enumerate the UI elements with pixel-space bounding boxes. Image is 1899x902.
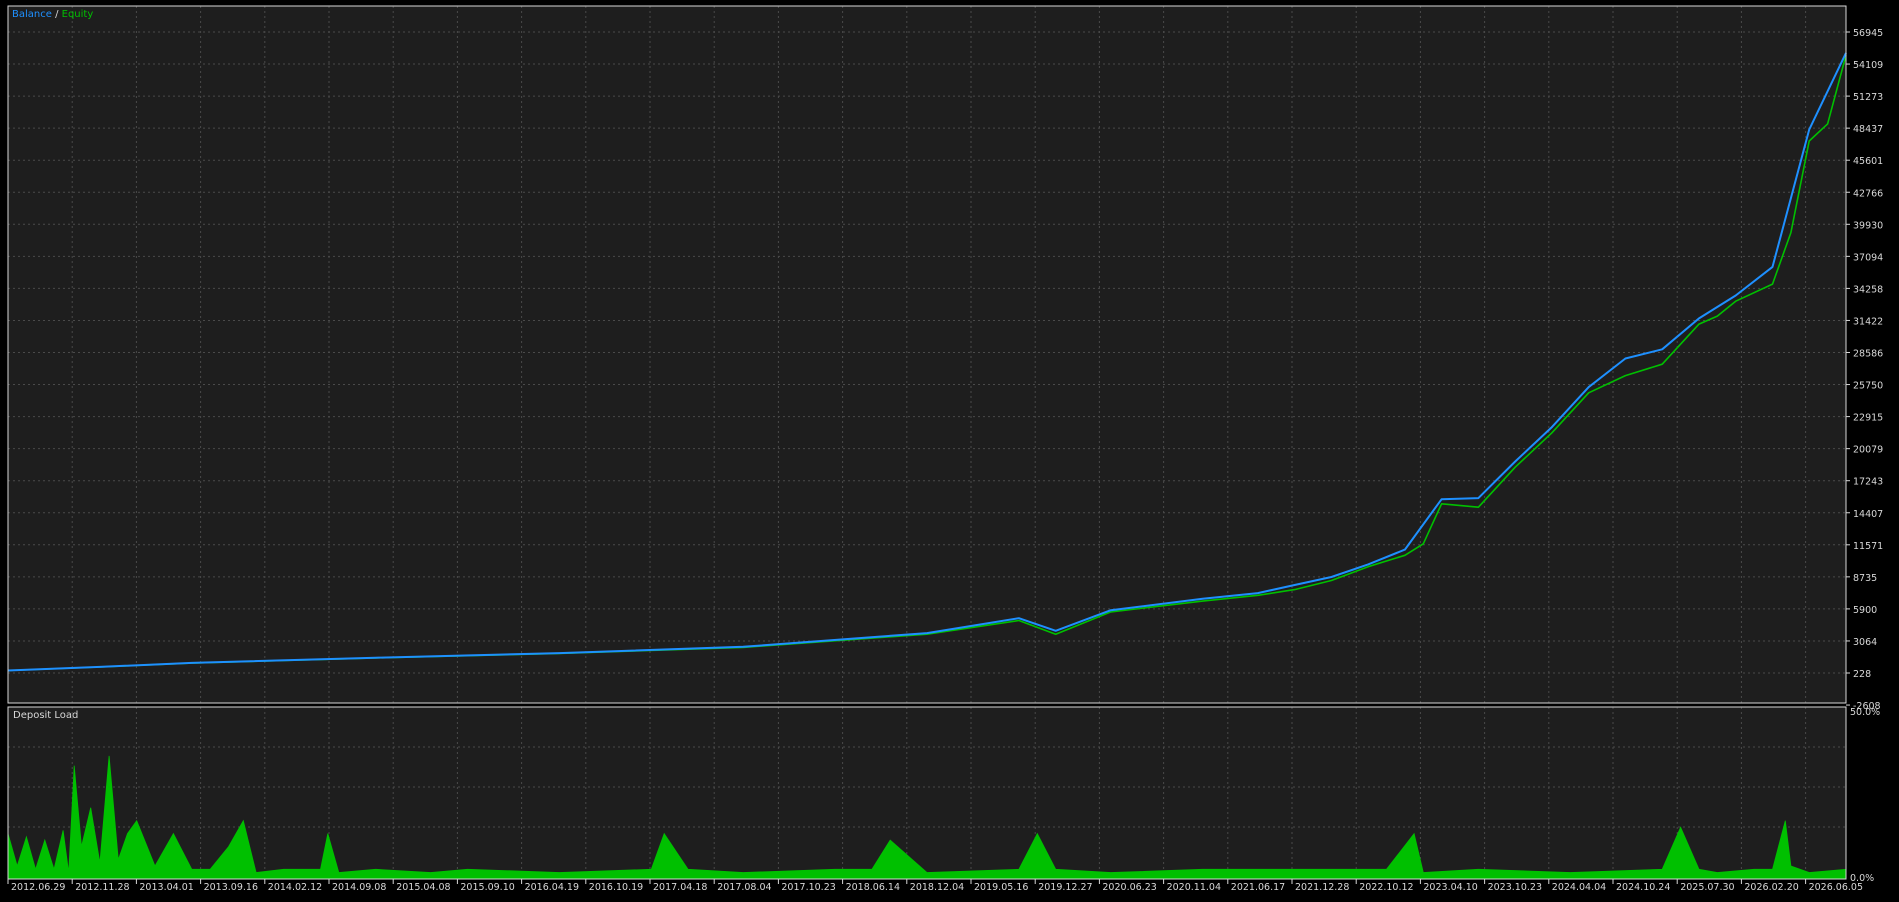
- y-tick-label: 25750: [1853, 381, 1883, 392]
- x-tick-label: 2016.10.19: [589, 882, 643, 893]
- x-tick-label: 2021.12.28: [1295, 882, 1349, 893]
- x-tick-label: 2016.04.19: [525, 882, 579, 893]
- x-axis: 2012.06.29 2012.11.28 2013.04.01 2013.09.16…: [7, 879, 1863, 893]
- x-tick-label: 2025.07.30: [1680, 882, 1734, 893]
- legend: Balance / Equity: [12, 9, 93, 20]
- x-tick-label: 2026.06.05: [1809, 882, 1863, 893]
- x-tick-label: 2015.04.08: [396, 882, 450, 893]
- y-tick-label: 34258: [1853, 284, 1883, 295]
- x-tick-label: 2024.10.24: [1616, 882, 1670, 893]
- y-tick-label: 54109: [1853, 60, 1883, 71]
- y-tick-label: 31422: [1853, 316, 1883, 327]
- y-tick-label: 11571: [1853, 541, 1883, 552]
- y-tick-label: 14407: [1853, 509, 1883, 520]
- x-tick-label: 2018.12.04: [910, 882, 964, 893]
- deposit-load-panel-background: [8, 707, 1846, 879]
- y-tick-label: 228: [1853, 669, 1871, 680]
- y-tick-label: 8735: [1853, 573, 1877, 584]
- x-tick-label: 2022.10.12: [1359, 882, 1413, 893]
- x-tick-label: 2014.09.08: [332, 882, 386, 893]
- x-tick-label: 2012.06.29: [11, 882, 65, 893]
- y-tick-label: 45601: [1853, 156, 1883, 167]
- y-tick-label: 56945: [1853, 28, 1883, 39]
- x-tick-label: 2023.10.23: [1488, 882, 1542, 893]
- x-tick-label: 2013.09.16: [204, 882, 258, 893]
- x-tick-label: 2020.11.04: [1167, 882, 1221, 893]
- y-tick-label: 51273: [1853, 92, 1883, 103]
- y-tick-label: 17243: [1853, 477, 1883, 488]
- chart-container: 56945 54109 51273 48437 45601 42766 39930 37094…: [0, 0, 1899, 898]
- legend-equity-label: Equity: [62, 9, 94, 20]
- x-tick-label: 2018.06.14: [846, 882, 900, 893]
- y-tick-label: 5900: [1853, 605, 1877, 616]
- y-tick-label: 28586: [1853, 349, 1883, 360]
- y-tick-label: 37094: [1853, 252, 1883, 263]
- x-tick-label: 2013.04.01: [139, 882, 193, 893]
- x-tick-label: 2017.10.23: [781, 882, 835, 893]
- legend-balance-label: Balance: [12, 9, 52, 20]
- y-tick-label: 39930: [1853, 220, 1883, 231]
- x-tick-label: 2026.02.20: [1744, 882, 1798, 893]
- x-tick-label: 2012.11.28: [75, 882, 129, 893]
- x-tick-label: 2020.06.23: [1102, 882, 1156, 893]
- x-tick-label: 2015.09.10: [460, 882, 514, 893]
- x-tick-label: 2019.05.16: [974, 882, 1028, 893]
- main-panel-background: [8, 6, 1846, 703]
- chart-svg: 56945 54109 51273 48437 45601 42766 39930 37094…: [0, 0, 1899, 898]
- y-tick-label: 42766: [1853, 188, 1883, 199]
- x-tick-label: 2024.04.04: [1552, 882, 1606, 893]
- x-tick-label: 2014.02.12: [268, 882, 322, 893]
- y-tick-label: 48437: [1853, 124, 1883, 135]
- x-tick-label: 2017.08.04: [717, 882, 771, 893]
- legend-separator: /: [52, 9, 62, 20]
- deposit-load-title: Deposit Load: [13, 710, 78, 721]
- deposit-y-tick-label: 50.0%: [1850, 707, 1880, 718]
- x-tick-label: 2017.04.18: [653, 882, 707, 893]
- x-tick-label: 2021.06.17: [1231, 882, 1285, 893]
- x-tick-label: 2019.12.27: [1038, 882, 1092, 893]
- x-tick-label: 2023.04.10: [1423, 882, 1477, 893]
- y-tick-label: 3064: [1853, 637, 1877, 648]
- y-tick-label: 20079: [1853, 445, 1883, 456]
- y-tick-label: 22915: [1853, 413, 1883, 424]
